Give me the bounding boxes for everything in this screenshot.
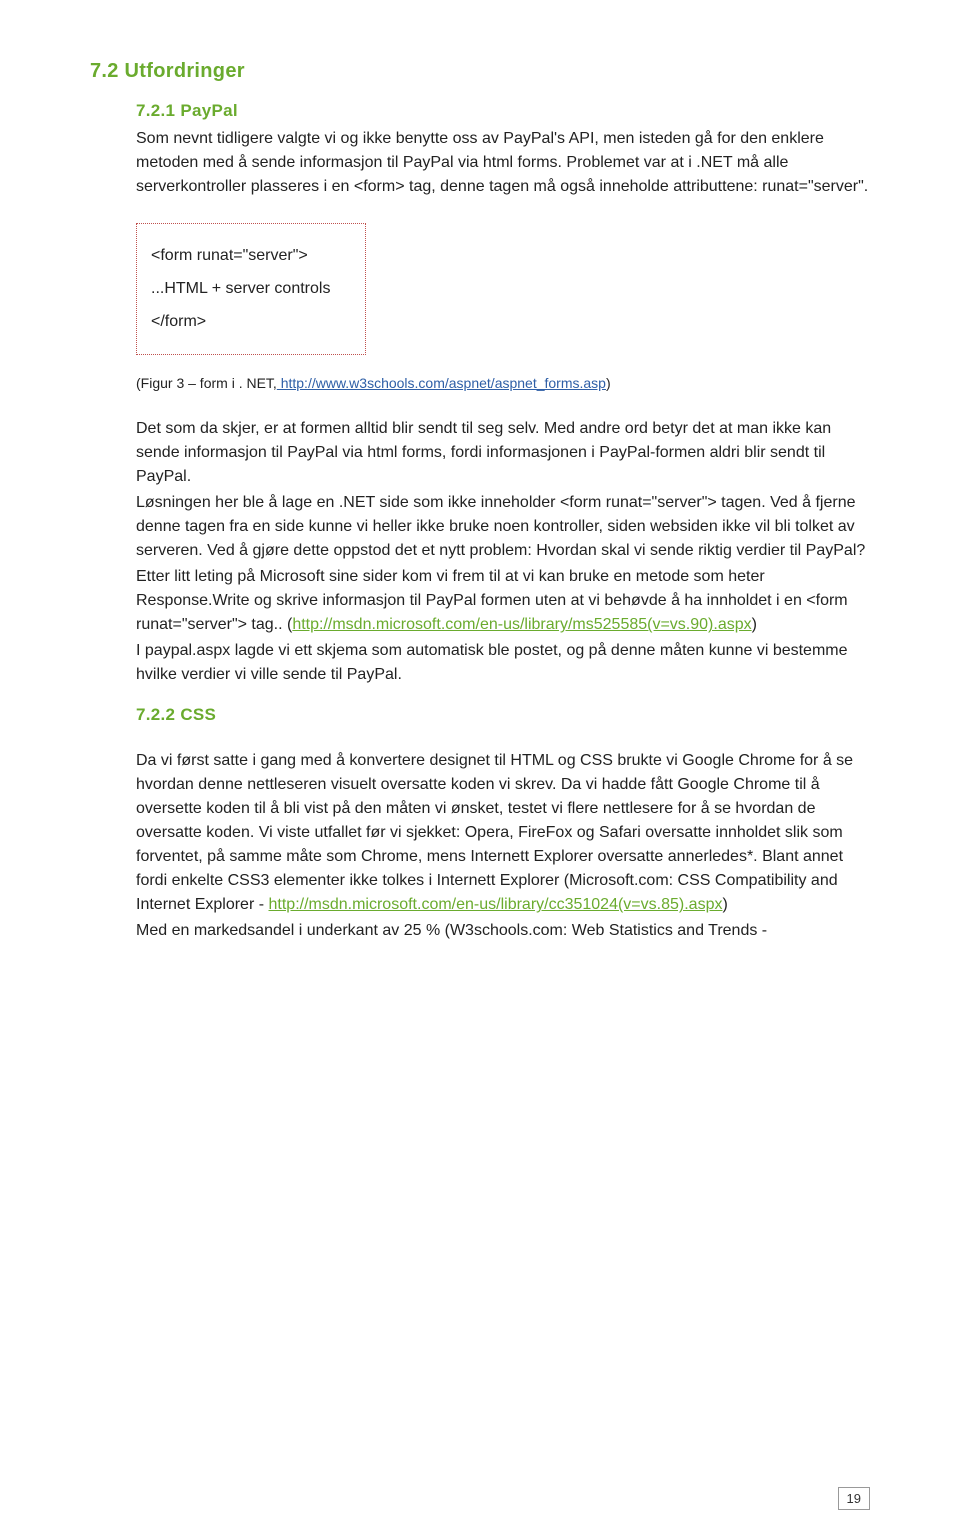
paragraph-paypal-2c: Etter litt leting på Microsoft sine side… — [136, 565, 870, 637]
msdn-link-1[interactable]: http://msdn.microsoft.com/en-us/library/… — [292, 616, 751, 633]
paragraph-paypal-intro: Som nevnt tidligere valgte vi og ikke be… — [136, 127, 870, 199]
paragraph-paypal-2a: Det som da skjer, er at formen alltid bl… — [136, 417, 870, 489]
msdn-link-2[interactable]: http://msdn.microsoft.com/en-us/library/… — [269, 896, 723, 913]
document-page: 7.2 Utfordringer 7.2.1 PayPal Som nevnt … — [0, 0, 960, 1540]
citation-suffix: ) — [606, 375, 611, 391]
heading-paypal: 7.2.1 PayPal — [136, 101, 870, 121]
code-snippet: <form runat="server"> ...HTML + server c… — [136, 223, 366, 355]
figure-citation: (Figur 3 – form i . NET, http://www.w3sc… — [136, 375, 870, 391]
code-line-2: ...HTML + server controls — [151, 275, 351, 304]
section-paypal: 7.2.1 PayPal Som nevnt tidligere valgte … — [136, 101, 870, 943]
paragraph-css-2: Med en markedsandel i underkant av 25 % … — [136, 919, 870, 943]
citation-prefix: (Figur 3 – form i . NET, — [136, 375, 277, 391]
paragraph-css-1-post: ) — [722, 896, 727, 913]
page-number: 19 — [838, 1487, 870, 1510]
paragraph-css-1: Da vi først satte i gang med å konverter… — [136, 749, 870, 917]
citation-link[interactable]: http://www.w3schools.com/aspnet/aspnet_f… — [277, 375, 606, 391]
code-line-3: </form> — [151, 308, 351, 337]
heading-css: 7.2.2 CSS — [136, 705, 870, 725]
paragraph-paypal-2d: I paypal.aspx lagde vi ett skjema som au… — [136, 639, 870, 687]
heading-utfordringer: 7.2 Utfordringer — [90, 60, 870, 83]
paragraph-css-1-pre: Da vi først satte i gang med å konverter… — [136, 752, 853, 913]
paragraph-paypal-2c-post: ) — [752, 616, 757, 633]
code-line-1: <form runat="server"> — [151, 242, 351, 271]
paragraph-paypal-2b: Løsningen her ble å lage en .NET side so… — [136, 491, 870, 563]
